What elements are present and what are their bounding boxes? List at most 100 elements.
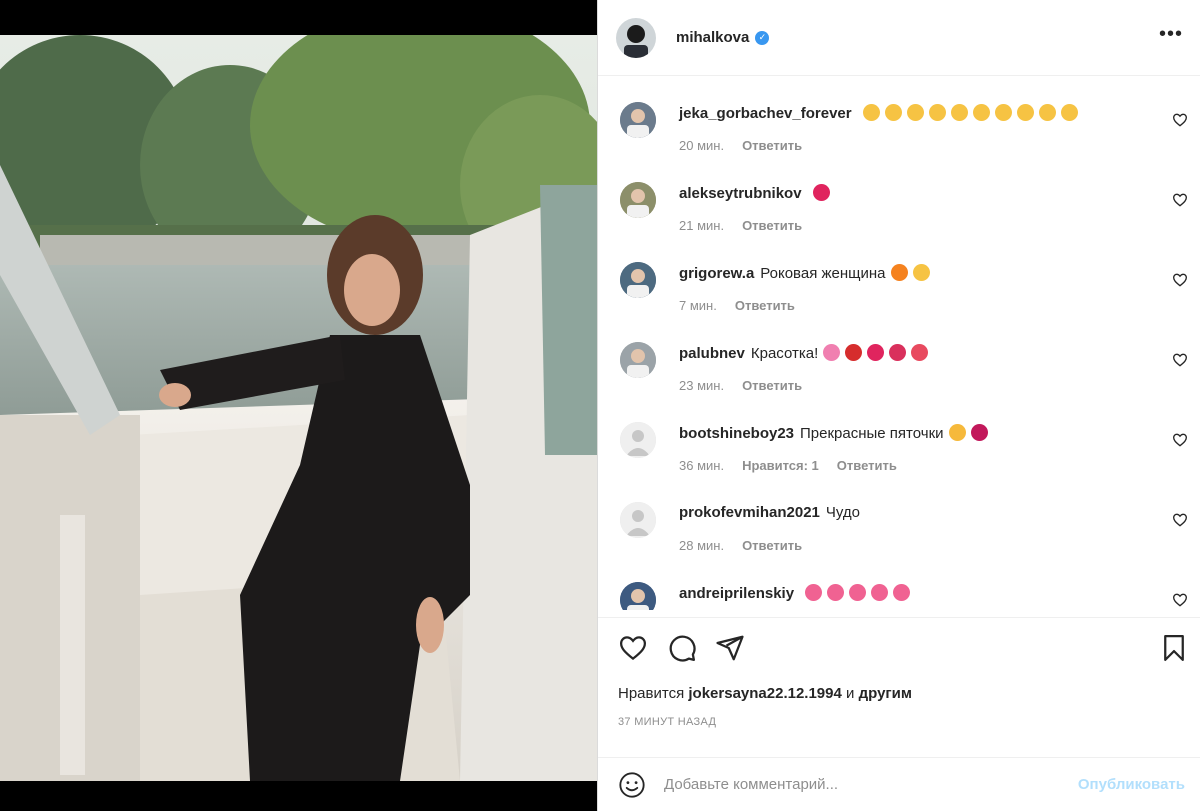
like-icon[interactable]	[618, 633, 648, 663]
reply-button[interactable]: Ответить	[742, 378, 802, 393]
commenter-username[interactable]: prokofevmihan2021	[679, 504, 820, 521]
verified-badge-icon: ✓	[755, 30, 770, 45]
commenter-avatar[interactable]	[620, 502, 656, 538]
comment-meta: 21 мин. Ответить	[679, 218, 820, 233]
comment-icon[interactable]	[667, 633, 697, 663]
comment-like-icon[interactable]	[1172, 112, 1188, 128]
comment-like-icon[interactable]	[1172, 512, 1188, 528]
author-username[interactable]: mihalkova	[676, 29, 749, 46]
likes-user-link[interactable]: jokersayna22.12.1994	[688, 685, 841, 702]
post-panel: mihalkova ✓ ••• jeka_gorbachev_forever 20…	[597, 0, 1200, 811]
comment-body: bootshineboy23 Прекрасные пяточки	[679, 424, 1158, 442]
emoji-icon	[948, 424, 966, 441]
post-header: mihalkova ✓ •••	[598, 0, 1200, 76]
comment-body: jeka_gorbachev_forever	[679, 104, 1158, 122]
emoji-icon	[871, 584, 889, 601]
emoji-icon	[912, 264, 930, 281]
comment-body: alekseytrubnikov	[679, 184, 1158, 202]
comment-text: Красотка!	[750, 345, 819, 362]
comment-item: jeka_gorbachev_forever 20 мин. Ответить	[618, 77, 1188, 153]
comment-body: palubnev Красотка!	[679, 344, 1158, 362]
emoji-icon	[845, 344, 863, 361]
comment-like-icon[interactable]	[1172, 592, 1188, 608]
commenter-avatar[interactable]	[620, 102, 656, 138]
commenter-avatar[interactable]	[620, 582, 656, 610]
likes-summary: Нравится jokersayna22.12.1994 и другим	[618, 685, 912, 702]
emoji-icon	[805, 584, 823, 601]
comment-body: prokofevmihan2021 Чудо	[679, 504, 1158, 521]
emoji-icon	[884, 104, 902, 121]
comment-meta: 28 мин. Ответить	[679, 538, 820, 553]
emoji-icon	[893, 584, 911, 601]
comment-text: Прекрасные пяточки	[800, 425, 944, 442]
comment-meta: 20 мин. Ответить	[679, 138, 820, 153]
commenter-avatar[interactable]	[620, 342, 656, 378]
commenter-username[interactable]: grigorew.a	[679, 265, 754, 282]
comment-time[interactable]: 20 мин.	[679, 138, 724, 153]
likes-others-link[interactable]: другим	[859, 685, 912, 702]
commenter-username[interactable]: jeka_gorbachev_forever	[679, 105, 852, 122]
emoji-smile-icon[interactable]	[618, 771, 646, 799]
reply-button[interactable]: Ответить	[837, 458, 897, 473]
likes-prefix: Нравится	[618, 685, 685, 702]
comment-meta: 36 мин. Нравится: 1 Ответить	[679, 458, 915, 473]
commenter-avatar[interactable]	[620, 262, 656, 298]
comment-time[interactable]: 21 мин.	[679, 218, 724, 233]
emoji-icon	[812, 184, 830, 201]
emoji-icon	[1016, 104, 1034, 121]
comment-item: grigorew.a Роковая женщина 7 мин. Ответить	[618, 237, 1188, 313]
commenter-username[interactable]: bootshineboy23	[679, 425, 794, 442]
commenter-username[interactable]: palubnev	[679, 345, 745, 362]
commenter-avatar[interactable]	[620, 182, 656, 218]
emoji-icon	[890, 264, 908, 281]
photo-pane	[0, 0, 597, 811]
add-comment-bar: Опубликовать	[598, 757, 1200, 811]
comment-text: Роковая женщина	[760, 265, 886, 282]
more-options-icon[interactable]: •••	[1159, 24, 1183, 52]
emoji-icon	[906, 104, 924, 121]
commenter-username[interactable]: andreiprilenskiy	[679, 585, 794, 602]
comment-like-icon[interactable]	[1172, 352, 1188, 368]
emoji-icon	[972, 104, 990, 121]
share-icon[interactable]	[715, 633, 745, 663]
post-actions	[598, 617, 1200, 679]
comment-item: alekseytrubnikov 21 мин. Ответить	[618, 157, 1188, 233]
comment-item: prokofevmihan2021 Чудо 28 мин. Ответить	[618, 477, 1188, 553]
emoji-icon	[827, 584, 845, 601]
save-bookmark-icon[interactable]	[1159, 633, 1189, 663]
post-photo[interactable]	[0, 35, 597, 781]
commenter-avatar[interactable]	[620, 422, 656, 458]
author-avatar[interactable]	[616, 17, 656, 58]
reply-button[interactable]: Ответить	[742, 138, 802, 153]
emoji-icon	[1038, 104, 1056, 121]
comment-time[interactable]: 36 мин.	[679, 458, 724, 473]
post-timestamp[interactable]: 37 МИНУТ НАЗАД	[618, 716, 716, 728]
likes-joiner: и	[846, 685, 855, 702]
comment-like-icon[interactable]	[1172, 272, 1188, 288]
comment-item: bootshineboy23 Прекрасные пяточки 36 мин. Н…	[618, 397, 1188, 473]
emoji-icon	[970, 424, 988, 441]
comment-input[interactable]	[664, 776, 1078, 793]
publish-button[interactable]: Опубликовать	[1078, 776, 1185, 793]
emoji-icon	[994, 104, 1012, 121]
comment-time[interactable]: 28 мин.	[679, 538, 724, 553]
comment-text: Чудо	[825, 504, 860, 521]
reply-button[interactable]: Ответить	[742, 218, 802, 233]
comment-meta: 23 мин. Ответить	[679, 378, 820, 393]
emoji-icon	[889, 344, 907, 361]
emoji-icon	[862, 104, 880, 121]
comment-time[interactable]: 23 мин.	[679, 378, 724, 393]
reply-button[interactable]: Ответить	[742, 538, 802, 553]
comment-meta: 7 мин. Ответить	[679, 298, 813, 313]
comment-likes[interactable]: Нравится: 1	[742, 458, 819, 473]
comment-like-icon[interactable]	[1172, 432, 1188, 448]
comment-body: andreiprilenskiy	[679, 584, 1158, 602]
post-photo-image	[0, 35, 597, 781]
comment-time[interactable]: 7 мин.	[679, 298, 717, 313]
commenter-username[interactable]: alekseytrubnikov	[679, 185, 802, 202]
emoji-icon	[823, 344, 841, 361]
reply-button[interactable]: Ответить	[735, 298, 795, 313]
comment-like-icon[interactable]	[1172, 192, 1188, 208]
comment-body: grigorew.a Роковая женщина	[679, 264, 1158, 282]
comments-list[interactable]: jeka_gorbachev_forever 20 мин. Ответить ale…	[598, 77, 1200, 610]
